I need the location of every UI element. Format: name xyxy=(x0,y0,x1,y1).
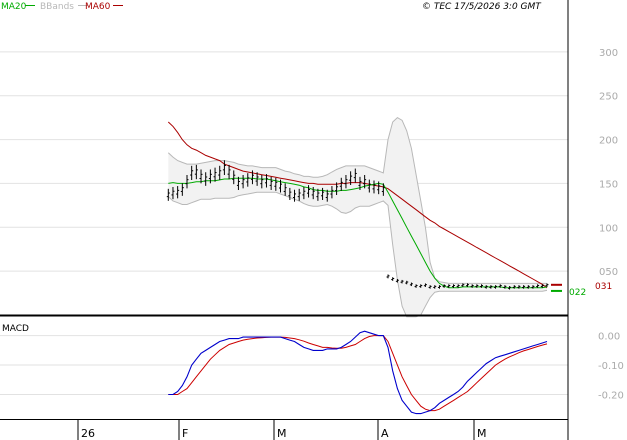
legend-label-ma60: MA60 xyxy=(85,2,111,12)
chart-canvas: 050 100 150 200 250 300 0.00 -0.10 -0.20 031 022 26… xyxy=(0,0,624,440)
legend-label-ma20: MA20 xyxy=(1,2,27,12)
ma20-last-value: 022 xyxy=(569,288,586,298)
price-y-tick-label: 200 xyxy=(599,136,618,147)
stock-chart: 050 100 150 200 250 300 0.00 -0.10 -0.20 031 022 26… xyxy=(0,0,627,440)
price-y-tick-label: 300 xyxy=(599,48,618,59)
ma60-last-value: 031 xyxy=(595,282,612,292)
macd-y-tick-label: -0.20 xyxy=(598,390,624,401)
macd-title: MACD xyxy=(2,324,29,334)
price-y-tick-label: 150 xyxy=(599,179,618,190)
legend-label-bbands: BBands xyxy=(40,2,74,12)
x-tick-label: M xyxy=(477,427,487,440)
x-tick-label: 26 xyxy=(81,427,95,440)
price-y-tick-label: 250 xyxy=(599,92,618,103)
x-tick-label: A xyxy=(381,427,389,440)
macd-y-tick-label: -0.10 xyxy=(598,361,624,372)
price-y-tick-label: 100 xyxy=(599,223,618,234)
x-tick-label: M xyxy=(277,427,287,440)
macd-signal-line xyxy=(168,335,548,412)
price-y-tick-label: 050 xyxy=(599,267,618,278)
x-tick-label: F xyxy=(182,427,188,440)
timestamp-stamp: © TEC 17/5/2026 3:0 GMT xyxy=(422,2,542,12)
macd-y-tick-label: 0.00 xyxy=(598,332,620,343)
